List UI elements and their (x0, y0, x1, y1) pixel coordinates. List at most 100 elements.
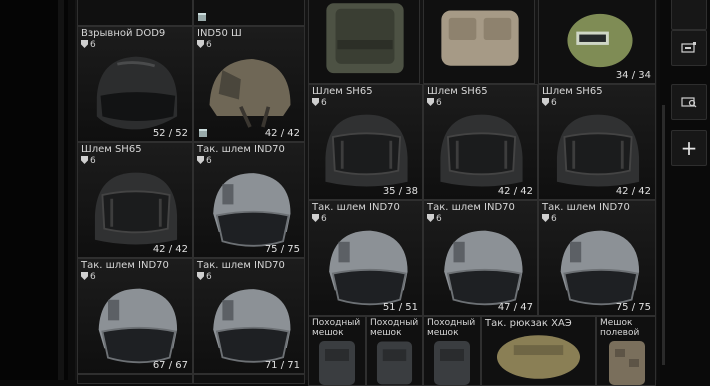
stash-item-backpack[interactable]: Походный мешок (366, 316, 423, 386)
durability-value: 35 / 38 (382, 186, 418, 197)
found-in-raid-icon (197, 12, 207, 22)
stash-item[interactable]: Шлем SH65 6 42 / 42 (77, 142, 193, 258)
helmet-sh65-icon (434, 109, 529, 193)
stash-item[interactable]: IND50 Ш 6 42 / 42 (193, 26, 305, 142)
helmet-sh65-icon (319, 109, 414, 193)
durability-value: 42 / 42 (497, 186, 533, 197)
item-name: Шлем SH65 (427, 86, 488, 97)
item-name: Так. рюкзак ХАЭ (485, 318, 572, 329)
durability-value: 42 / 42 (264, 128, 300, 139)
stash-item[interactable]: Шлем SH65 6 35 / 38 (308, 84, 423, 200)
item-name: Взрывной DOD9 (81, 28, 166, 39)
helmet-sh65-icon (549, 109, 647, 193)
armor-class: 6 (312, 214, 327, 225)
shield-icon (542, 98, 549, 106)
stash-item-backpack[interactable]: Походный мешок (308, 316, 366, 386)
item-name: Так. шлем IND70 (312, 202, 400, 213)
shield-icon (197, 272, 204, 280)
helmet-ind70-icon (204, 283, 296, 367)
item-name: Так. шлем IND70 (197, 144, 285, 155)
armor-class: 6 (81, 156, 96, 167)
item-name: IND50 Ш (197, 28, 242, 39)
helmet-ind70-icon (204, 167, 296, 251)
stash-item[interactable]: Так. шлем IND70 6 67 / 67 (77, 258, 193, 374)
stash-item-vest[interactable] (308, 0, 420, 84)
durability-value: 34 / 34 (615, 70, 651, 81)
helmet-sh65-icon (88, 167, 184, 251)
stash-item[interactable]: Так. шлем IND70 6 75 / 75 (538, 200, 656, 316)
item-name: Так. шлем IND70 (542, 202, 630, 213)
armor-class: 6 (81, 40, 96, 51)
armor-class: 6 (197, 40, 212, 51)
durability-value: 51 / 51 (382, 302, 418, 313)
plus-icon: + (680, 136, 698, 160)
add-button[interactable]: + (671, 130, 707, 166)
item-name: Походный мешок (370, 318, 419, 338)
armor-class: 6 (197, 156, 212, 167)
item-name: Так. шлем IND70 (81, 260, 169, 271)
stash-item-backpack[interactable]: Так. рюкзак ХАЭ (481, 316, 596, 386)
stash-item-backpack[interactable]: Походный мешок (423, 316, 481, 386)
stash-item-backpack[interactable]: Мешок полевой (596, 316, 656, 386)
backpack-icon (432, 339, 472, 385)
search-items-icon (672, 85, 706, 119)
stash-item-partial[interactable] (77, 374, 193, 384)
shield-icon (81, 156, 88, 164)
stash-item-rig[interactable] (423, 0, 535, 84)
shield-icon (197, 156, 204, 164)
shield-icon (427, 214, 434, 222)
item-name: Так. шлем IND70 (427, 202, 515, 213)
shield-icon (197, 40, 204, 48)
item-name: Так. шлем IND70 (197, 260, 285, 271)
armor-class: 6 (312, 98, 327, 109)
durability-value: 75 / 75 (264, 244, 300, 255)
shield-icon (81, 40, 88, 48)
shield-icon (312, 214, 319, 222)
durability-value: 67 / 67 (152, 360, 188, 371)
stash-item-partial[interactable] (193, 0, 305, 26)
filter-button[interactable] (671, 30, 707, 66)
stash-grid[interactable]: 34 / 34 Взрывной DOD9 6 52 / 52 IND50 Ш … (75, 0, 657, 386)
backpack-icon (375, 339, 414, 385)
left-panel (0, 0, 68, 380)
shield-icon (542, 214, 549, 222)
durability-value: 47 / 47 (497, 302, 533, 313)
item-name: Шлем SH65 (542, 86, 603, 97)
stash-item[interactable]: Так. шлем IND70 6 51 / 51 (308, 200, 423, 316)
stash-item[interactable]: Шлем SH65 6 42 / 42 (423, 84, 538, 200)
durability-value: 52 / 52 (152, 128, 188, 139)
backpack-icon (317, 339, 357, 385)
helmet-dark-visor-icon (88, 51, 184, 135)
stash-item[interactable]: Так. шлем IND70 6 75 / 75 (193, 142, 305, 258)
backpack-tan-icon (494, 331, 583, 381)
stash-item[interactable]: Так. шлем IND70 6 47 / 47 (423, 200, 538, 316)
armor-class: 6 (81, 272, 96, 283)
shield-icon (427, 98, 434, 106)
stash-item[interactable]: Взрывной DOD9 6 52 / 52 (77, 26, 193, 142)
helmet-ind70-icon (434, 225, 529, 309)
helmet-ind70-icon (549, 225, 647, 309)
armor-class: 6 (427, 214, 442, 225)
durability-value: 42 / 42 (615, 186, 651, 197)
shield-icon (81, 272, 88, 280)
shield-icon (312, 98, 319, 106)
item-name: Походный мешок (427, 318, 476, 338)
durability-value: 75 / 75 (615, 302, 651, 313)
stash-scrollbar[interactable] (662, 105, 665, 365)
sort-button[interactable] (671, 0, 707, 30)
armor-class: 6 (427, 98, 442, 109)
stash-item[interactable]: 34 / 34 (538, 0, 656, 84)
armor-class: 6 (542, 98, 557, 109)
sort-icon (672, 0, 706, 29)
stash-item-partial[interactable] (193, 374, 305, 384)
stash-item[interactable]: Так. шлем IND70 6 71 / 71 (193, 258, 305, 374)
stash-item-partial[interactable] (77, 0, 193, 26)
backpack-camo-icon (607, 339, 647, 385)
stash-item[interactable]: Шлем SH65 6 42 / 42 (538, 84, 656, 200)
search-items-button[interactable] (671, 84, 707, 120)
filter-icon (672, 31, 706, 65)
item-name: Походный мешок (312, 318, 361, 338)
durability-value: 71 / 71 (264, 360, 300, 371)
durability-value: 42 / 42 (152, 244, 188, 255)
found-in-raid-icon (198, 128, 208, 138)
